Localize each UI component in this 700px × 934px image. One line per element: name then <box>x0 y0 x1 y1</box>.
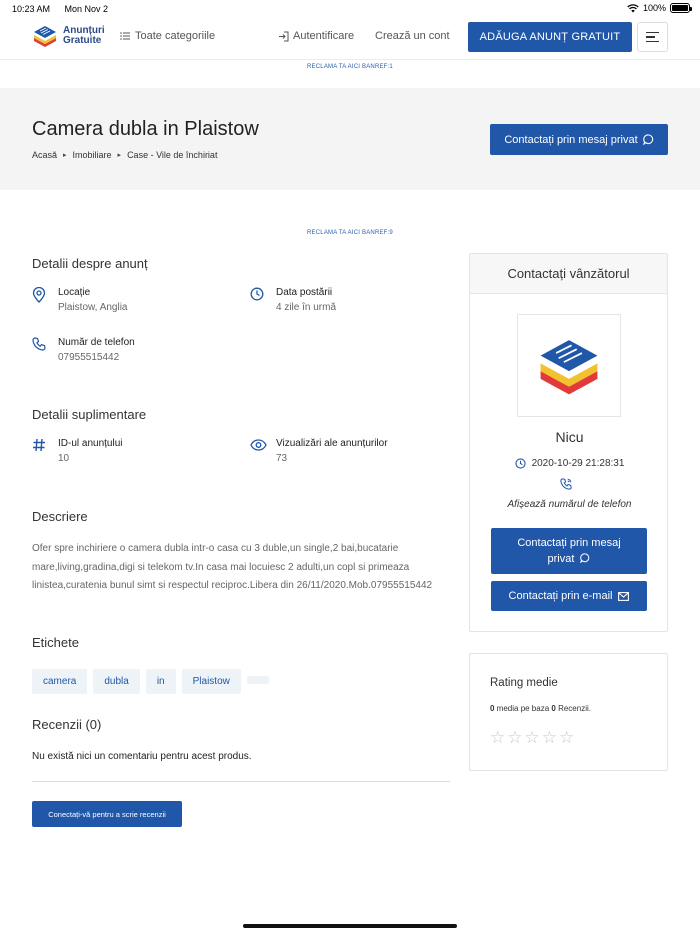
seller-message-button[interactable]: Contactați prin mesaj privat <box>491 528 647 574</box>
ad-banner-middle[interactable]: RECLAMA TA AICI BANREF:9 <box>0 230 700 236</box>
page-title: Camera dubla in Plaistow <box>32 118 259 140</box>
listing-hero: Camera dubla in Plaistow Acasă ▸ Imobili… <box>0 88 700 190</box>
tag-item[interactable]: Plaistow <box>181 669 241 694</box>
login-label: Autentificare <box>293 30 355 42</box>
star-icon: ☆ <box>490 728 506 747</box>
all-categories-label: Toate categoriile <box>135 30 216 42</box>
detail-views: Vizualizări ale anunțurilor 73 <box>250 438 388 464</box>
add-ad-button[interactable]: ADĂUGA ANUNȚ GRATUIT <box>468 22 632 52</box>
breadcrumb: Acasă ▸ Imobiliare ▸ Case - Vile de înch… <box>32 150 217 160</box>
no-reviews-text: Nu există nici un comentariu pentru aces… <box>32 751 252 762</box>
chat-icon <box>642 134 653 145</box>
hash-icon <box>33 438 45 452</box>
seller-name: Nicu <box>555 429 584 445</box>
chevron-right-icon: ▸ <box>63 152 67 159</box>
seller-avatar <box>517 314 621 417</box>
views-value: 73 <box>276 453 288 464</box>
star-icon: ☆ <box>507 728 523 747</box>
phone-value[interactable]: 07955515442 <box>58 352 135 363</box>
show-phone-link[interactable]: Afișează numărul de telefon <box>470 499 669 510</box>
star-icon: ☆ <box>541 728 557 747</box>
status-date: Mon Nov 2 <box>64 4 109 14</box>
battery-percent: 100% <box>642 3 666 13</box>
breadcrumb-subcategory[interactable]: Case - Vile de închiriat <box>127 150 217 160</box>
tag-item-empty <box>246 676 269 684</box>
detail-phone: Număr de telefon 07955515442 <box>32 337 135 363</box>
chat-icon <box>580 553 590 564</box>
seller-card-title: Contactați vânzătorul <box>470 254 667 294</box>
description-title: Descriere <box>32 509 88 524</box>
tag-item[interactable]: camera <box>32 669 88 694</box>
breadcrumb-category[interactable]: Imobiliare <box>73 150 112 160</box>
eye-icon <box>250 439 267 451</box>
wifi-icon <box>627 3 639 12</box>
seller-logo-icon <box>540 339 598 394</box>
status-time: 10:23 AM <box>12 4 51 14</box>
extra-details-title: Detalii suplimentare <box>32 407 147 422</box>
clock-icon <box>514 458 526 469</box>
phone-icon <box>32 337 46 351</box>
posted-value: 4 zile în urmă <box>276 302 337 313</box>
seller-contact-card: Contactați vânzătorul Nicu 2020-10-29 21… <box>469 253 668 632</box>
logo-line2: Gratuite <box>63 35 102 46</box>
rating-text-end: Recenzii. <box>555 704 591 713</box>
seller-email-label: Contactați prin e-mail <box>508 590 613 602</box>
reviews-title: Recenzii (0) <box>32 717 102 732</box>
battery-icon <box>670 3 692 13</box>
location-value: Plaistow, Anglia <box>58 302 128 313</box>
breadcrumb-home[interactable]: Acasă <box>32 150 57 160</box>
rating-summary: 0 media pe baza 0 Recenzii. <box>490 704 591 713</box>
write-review-button[interactable]: Conectați-vă pentru a scrie recenzii <box>32 801 182 827</box>
divider <box>32 781 450 782</box>
detail-location: Locație Plaistow, Anglia <box>32 286 128 313</box>
rating-title: Rating medie <box>490 677 558 689</box>
rating-text-mid: media pe baza <box>494 704 552 713</box>
ad-id-value: 10 <box>58 453 70 464</box>
detail-posted-date: Data postării 4 zile în urmă <box>250 287 336 313</box>
rating-card: Rating medie 0 media pe baza 0 Recenzii.… <box>469 653 668 771</box>
posted-label: Data postării <box>276 287 333 298</box>
seller-email-button[interactable]: Contactați prin e-mail <box>491 581 647 611</box>
tag-item[interactable]: dubla <box>93 669 140 694</box>
star-icon: ☆ <box>559 728 575 747</box>
ad-id-label: ID-ul anunțului <box>58 438 123 449</box>
create-account-link[interactable]: Crează un cont <box>375 30 450 42</box>
ad-banner-top[interactable]: RECLAMA TA AICI BANREF:1 <box>0 64 700 70</box>
description-text: Ofer spre inchiriere o camera dubla intr… <box>32 543 433 591</box>
home-indicator <box>243 924 457 928</box>
tags-title: Etichete <box>32 635 79 650</box>
rating-stars: ☆ ☆ ☆ ☆ ☆ <box>490 729 574 746</box>
seller-date-value: 2020-10-29 21:28:31 <box>531 458 625 469</box>
details-title: Detalii despre anunț <box>32 256 148 271</box>
star-icon: ☆ <box>524 728 540 747</box>
contact-private-label: Contactați prin mesaj privat <box>504 133 638 146</box>
phone-label: Număr de telefon <box>58 337 135 348</box>
views-label: Vizualizări ale anunțurilor <box>276 438 388 449</box>
envelope-icon <box>618 591 630 601</box>
site-logo[interactable]: Anunțuri Gratuite <box>32 24 105 48</box>
logo-icon <box>34 26 56 47</box>
clock-icon <box>250 287 264 301</box>
site-header: Anunțuri Gratuite Toate categoriile Aute… <box>0 18 700 60</box>
hamburger-icon <box>646 31 659 34</box>
seller-message-label: Contactați prin mesaj privat <box>517 537 621 565</box>
detail-ad-id: ID-ul anunțului 10 <box>32 438 122 464</box>
phone-ringing-icon <box>560 477 572 495</box>
login-link[interactable]: Autentificare <box>278 30 354 42</box>
contact-private-message-button[interactable]: Contactați prin mesaj privat <box>490 124 668 155</box>
login-icon <box>279 31 289 41</box>
list-icon <box>120 32 130 40</box>
tag-item[interactable]: in <box>145 669 176 694</box>
all-categories-link[interactable]: Toate categoriile <box>120 30 215 42</box>
location-label: Locație <box>58 287 91 298</box>
tag-list: camera dubla in Plaistow <box>32 669 269 694</box>
menu-button[interactable] <box>637 22 668 52</box>
location-pin-icon <box>32 286 46 303</box>
status-bar: 10:23 AM Mon Nov 2 100% <box>0 0 700 18</box>
seller-member-date: 2020-10-29 21:28:31 <box>470 458 669 469</box>
chevron-right-icon: ▸ <box>117 152 122 159</box>
